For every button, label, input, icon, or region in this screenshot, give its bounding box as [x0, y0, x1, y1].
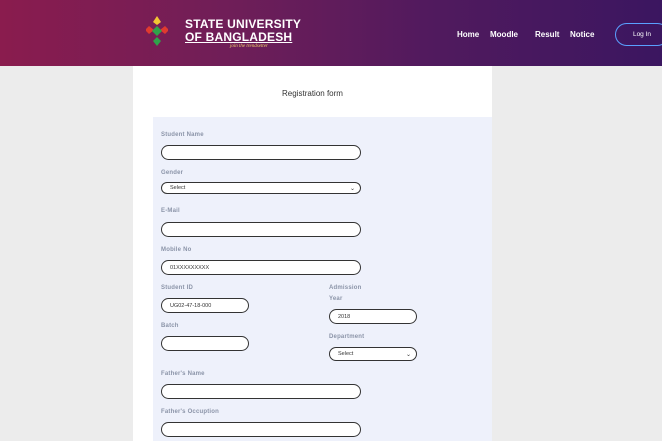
- chevron-down-icon: ⌄: [349, 185, 355, 192]
- batch-input[interactable]: [161, 336, 249, 351]
- admission-year-label-line1: Admission: [329, 285, 362, 291]
- student-id-input[interactable]: UG02-47-18-000: [161, 298, 249, 313]
- mobile-input[interactable]: 01XXXXXXXXX: [161, 260, 361, 275]
- brand-tagline: join the trendsetter: [230, 44, 268, 49]
- fathers-name-input[interactable]: [161, 384, 361, 399]
- student-name-label: Student Name: [161, 132, 204, 138]
- department-select[interactable]: Select ⌄: [329, 347, 417, 361]
- fathers-occupation-label: Father's Occuption: [161, 409, 220, 415]
- brand-name-line1: STATE UNIVERSITY: [185, 17, 302, 31]
- form-title: Registration form: [282, 89, 343, 98]
- student-id-label: Student ID: [161, 285, 193, 291]
- nav-moodle[interactable]: Moodle: [490, 30, 518, 39]
- mobile-label: Mobile No: [161, 247, 192, 253]
- registration-card: Registration form Student Name Gender Se…: [133, 66, 492, 441]
- admission-year-input[interactable]: 2018: [329, 309, 417, 324]
- nav-notice[interactable]: Notice: [570, 30, 594, 39]
- brand-name-line2[interactable]: OF BANGLADESH: [185, 30, 292, 44]
- department-label: Department: [329, 334, 365, 340]
- fathers-name-label: Father's Name: [161, 371, 205, 377]
- admission-year-label-line2: Year: [329, 296, 343, 302]
- login-button[interactable]: Log In: [615, 23, 662, 46]
- form-area: Student Name Gender Select ⌄ E-Mail Mobi…: [153, 117, 492, 441]
- top-navbar: STATE UNIVERSITY OF BANGLADESH join the …: [0, 0, 662, 66]
- gender-select-value: Select: [170, 185, 186, 191]
- chevron-down-icon: ⌄: [405, 351, 411, 358]
- university-logo-icon: [146, 16, 168, 46]
- department-select-value: Select: [338, 351, 354, 357]
- nav-result[interactable]: Result: [535, 30, 559, 39]
- batch-label: Batch: [161, 323, 179, 329]
- student-name-input[interactable]: [161, 145, 361, 160]
- email-input[interactable]: [161, 222, 361, 237]
- gender-select[interactable]: Select ⌄: [161, 182, 361, 194]
- fathers-occupation-input[interactable]: [161, 422, 361, 437]
- nav-home[interactable]: Home: [457, 30, 479, 39]
- gender-label: Gender: [161, 170, 184, 176]
- email-label: E-Mail: [161, 208, 180, 214]
